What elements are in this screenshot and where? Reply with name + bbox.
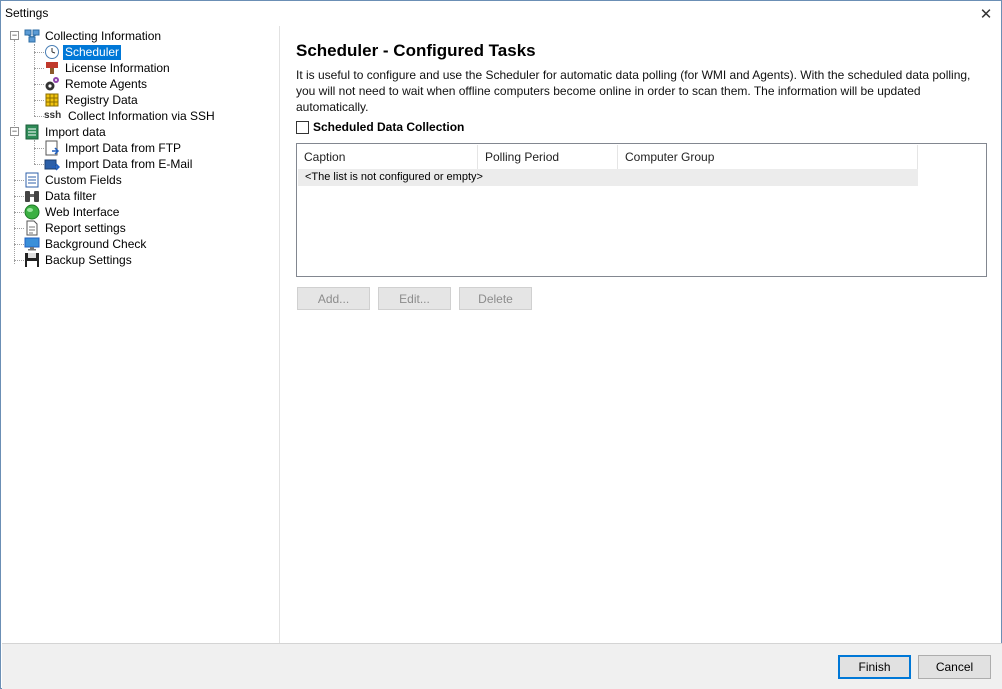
tree-item-collecting-information[interactable]: Collecting Information bbox=[24, 28, 163, 44]
tree-item-label: Collect Information via SSH bbox=[68, 108, 215, 123]
tree-item-license-information[interactable]: License Information bbox=[44, 60, 172, 76]
tree-item-import-email[interactable]: Import Data from E-Mail bbox=[44, 156, 194, 172]
tree-line bbox=[14, 260, 24, 261]
tree-item-registry-data[interactable]: Registry Data bbox=[44, 92, 140, 108]
tree-item-custom-fields[interactable]: Custom Fields bbox=[24, 172, 124, 188]
settings-window: Settings ✕ − − Collecting Information Sc… bbox=[0, 0, 1002, 689]
import-data-icon bbox=[24, 124, 40, 140]
tree-line bbox=[14, 228, 24, 229]
close-icon[interactable]: ✕ bbox=[971, 1, 1001, 26]
tree-line bbox=[14, 244, 24, 245]
expander-collecting-information[interactable]: − bbox=[10, 31, 19, 40]
tree-item-background-check[interactable]: Background Check bbox=[24, 236, 148, 252]
tree-line bbox=[14, 212, 24, 213]
tree-item-label: Web Interface bbox=[45, 204, 120, 219]
tree-item-data-filter[interactable]: Data filter bbox=[24, 188, 98, 204]
tree-line bbox=[34, 140, 35, 164]
tree-line bbox=[34, 44, 35, 116]
finish-button[interactable]: Finish bbox=[838, 655, 911, 679]
tree-item-label: Remote Agents bbox=[65, 76, 148, 91]
network-computers-icon bbox=[24, 28, 40, 44]
tree-line bbox=[34, 116, 44, 117]
tree-line bbox=[14, 196, 24, 197]
tree-line bbox=[34, 100, 44, 101]
tasks-list-header: Caption Polling Period Computer Group bbox=[297, 145, 918, 169]
scheduler-description: It is useful to configure and use the Sc… bbox=[296, 68, 971, 114]
email-import-icon bbox=[44, 156, 61, 172]
tree-item-label: Import Data from FTP bbox=[65, 140, 182, 155]
add-button[interactable]: Add... bbox=[297, 287, 370, 310]
page-title: Scheduler - Configured Tasks bbox=[296, 41, 536, 60]
list-empty-row: <The list is not configured or empty> bbox=[298, 169, 918, 186]
tree-item-import-data[interactable]: Import data bbox=[24, 124, 108, 140]
tree-item-backup-settings[interactable]: Backup Settings bbox=[24, 252, 134, 268]
tree-item-remote-agents[interactable]: Remote Agents bbox=[44, 76, 149, 92]
scheduled-collection-checkbox[interactable] bbox=[296, 120, 309, 134]
list-document-icon bbox=[24, 172, 40, 188]
column-header-polling-period[interactable]: Polling Period bbox=[478, 145, 618, 169]
window-title: Settings bbox=[5, 6, 49, 20]
floppy-disk-icon bbox=[24, 252, 40, 268]
tree-line bbox=[34, 84, 44, 85]
license-stamp-icon bbox=[44, 60, 60, 76]
tree-item-report-settings[interactable]: Report settings bbox=[24, 220, 128, 236]
tree-item-label: Registry Data bbox=[65, 92, 138, 107]
tree-line bbox=[14, 180, 24, 181]
scheduled-collection-label[interactable]: Scheduled Data Collection bbox=[313, 120, 464, 134]
scheduled-collection-row[interactable]: Scheduled Data Collection bbox=[296, 120, 464, 134]
tree-item-import-ftp[interactable]: Import Data from FTP bbox=[44, 140, 183, 156]
ftp-import-icon bbox=[44, 140, 60, 156]
report-document-icon bbox=[24, 220, 40, 236]
column-header-computer-group[interactable]: Computer Group bbox=[618, 145, 918, 169]
tree-item-label: Background Check bbox=[45, 236, 147, 251]
tree-item-label: License Information bbox=[65, 60, 170, 75]
tree-line bbox=[34, 148, 44, 149]
tree-line bbox=[34, 164, 44, 165]
delete-button[interactable]: Delete bbox=[459, 287, 532, 310]
tree-item-label: Scheduler bbox=[63, 44, 122, 60]
globe-icon bbox=[24, 204, 40, 220]
tasks-list[interactable]: Caption Polling Period Computer Group <T… bbox=[296, 143, 987, 277]
tree-item-scheduler[interactable]: Scheduler bbox=[44, 44, 122, 60]
column-header-caption[interactable]: Caption bbox=[297, 145, 478, 169]
tree-line bbox=[14, 40, 15, 264]
tree-line bbox=[34, 52, 44, 53]
tree-item-label: Backup Settings bbox=[45, 252, 132, 267]
binoculars-icon bbox=[24, 188, 40, 204]
tree-item-label: Import data bbox=[45, 124, 106, 139]
tree-line bbox=[34, 68, 44, 69]
clock-icon bbox=[44, 44, 60, 60]
tree-item-label: Collecting Information bbox=[45, 28, 162, 43]
gears-icon bbox=[44, 76, 60, 92]
tree-item-web-interface[interactable]: Web Interface bbox=[24, 204, 121, 220]
title-bar: Settings ✕ bbox=[1, 1, 1001, 26]
tree-item-label: Custom Fields bbox=[45, 172, 122, 187]
tree-item-label: Import Data from E-Mail bbox=[65, 156, 193, 171]
settings-tree: − − Collecting Information Scheduler Lic… bbox=[2, 26, 280, 643]
cancel-button[interactable]: Cancel bbox=[918, 655, 991, 679]
ssh-icon: ssh bbox=[44, 110, 62, 121]
expander-import-data[interactable]: − bbox=[10, 127, 19, 136]
tree-item-collect-via-ssh[interactable]: ssh Collect Information via SSH bbox=[44, 108, 217, 124]
tree-item-label: Data filter bbox=[45, 188, 97, 203]
edit-button[interactable]: Edit... bbox=[378, 287, 451, 310]
registry-grid-icon bbox=[44, 92, 60, 108]
dialog-footer: Finish Cancel bbox=[2, 643, 1002, 689]
tree-item-label: Report settings bbox=[45, 220, 126, 235]
monitor-icon bbox=[24, 236, 40, 252]
